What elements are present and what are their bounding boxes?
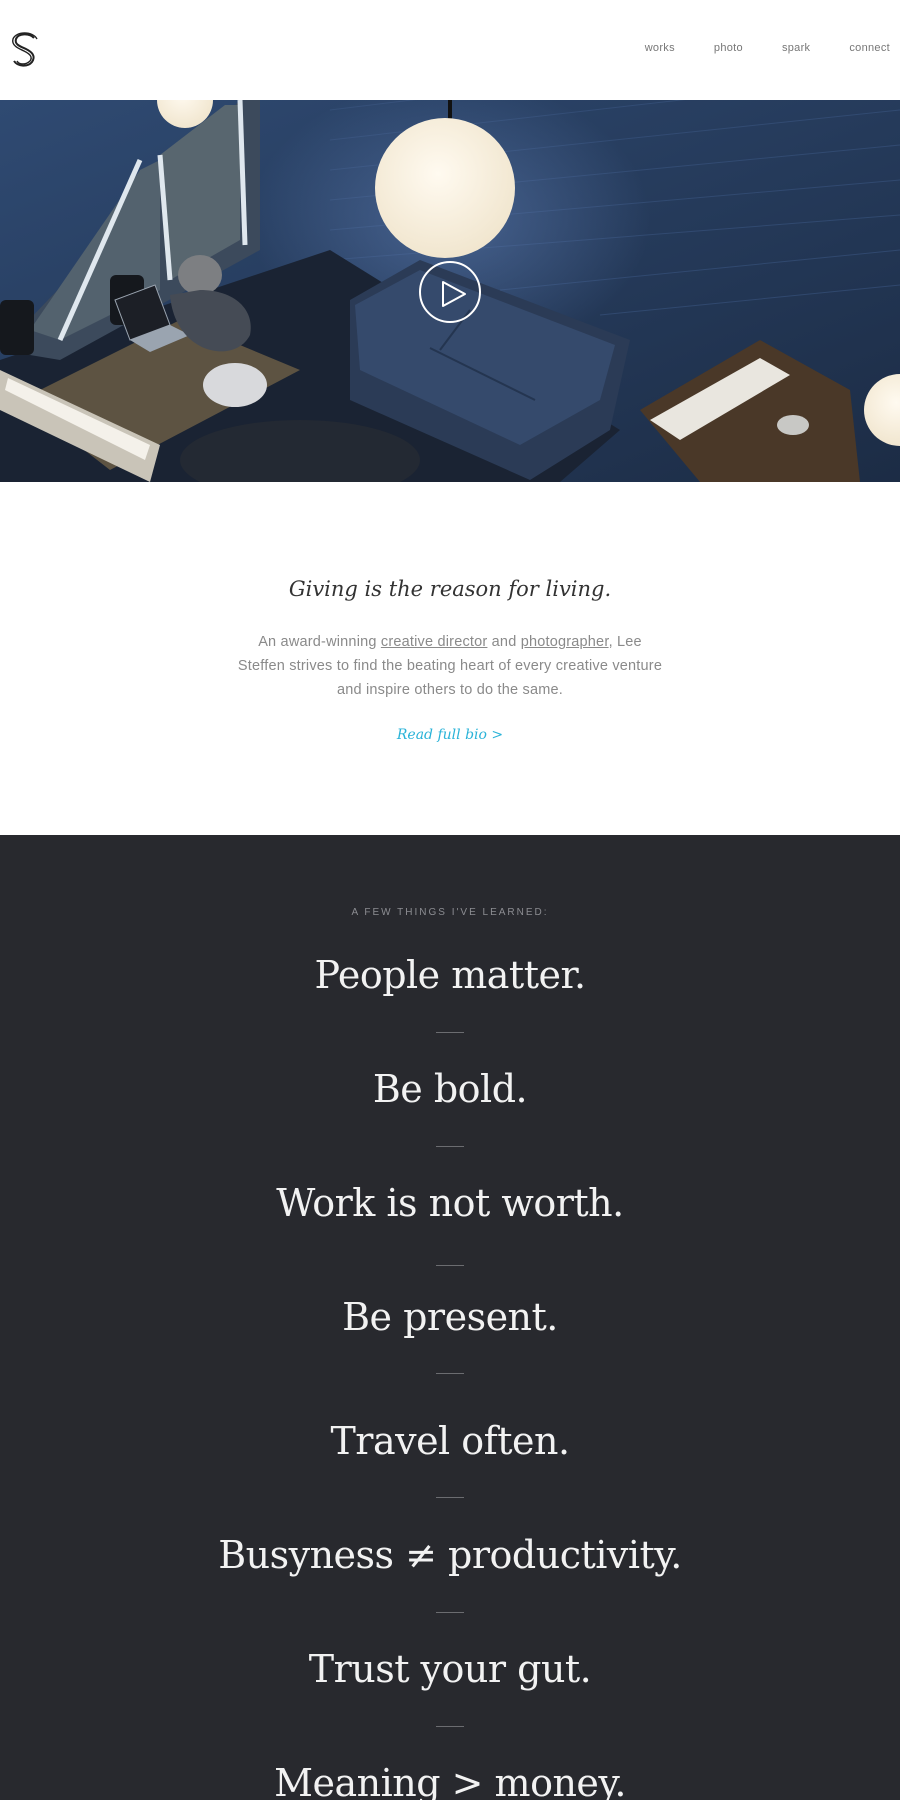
divider <box>436 1612 464 1613</box>
play-icon <box>442 281 466 307</box>
section-kicker: A FEW THINGS I'VE LEARNED: <box>351 907 549 918</box>
logo[interactable] <box>8 30 42 70</box>
divider <box>436 1726 464 1727</box>
creative-director-link[interactable]: creative director <box>381 634 488 650</box>
bio-mid: and <box>487 634 521 650</box>
lesson-item: Work is not worth. <box>276 1181 624 1225</box>
lesson-item: People matter. <box>314 953 586 997</box>
logo-s-icon <box>12 32 38 67</box>
main-nav: works photo spark connect <box>606 42 890 54</box>
site-header: works photo spark connect <box>0 0 900 100</box>
intro-section: Giving is the reason for living. An awar… <box>0 482 900 835</box>
bio-pre: An award-winning <box>258 634 381 650</box>
lesson-item: Trust your gut. <box>308 1647 592 1691</box>
lesson-item: Travel often. <box>330 1419 570 1463</box>
lesson-item: Meaning > money. <box>274 1761 626 1800</box>
bio-text: An award-winning creative director and p… <box>235 630 665 702</box>
nav-connect[interactable]: connect <box>849 42 890 54</box>
divider <box>436 1373 464 1374</box>
read-full-bio-link[interactable]: Read full bio > <box>0 727 900 743</box>
divider <box>436 1146 464 1147</box>
photographer-link[interactable]: photographer <box>521 634 609 650</box>
play-button[interactable] <box>419 261 481 323</box>
learned-section: A FEW THINGS I'VE LEARNED: People matter… <box>0 835 900 1800</box>
divider <box>436 1265 464 1266</box>
nav-photo[interactable]: photo <box>714 42 743 54</box>
divider <box>436 1032 464 1033</box>
nav-works[interactable]: works <box>645 42 675 54</box>
nav-spark[interactable]: spark <box>782 42 810 54</box>
lesson-item: Busyness ≠ productivity. <box>218 1533 682 1577</box>
divider <box>436 1497 464 1498</box>
lesson-item: Be present. <box>342 1295 558 1339</box>
hero-video[interactable] <box>0 100 900 482</box>
tagline: Giving is the reason for living. <box>288 577 612 601</box>
lesson-item: Be bold. <box>372 1067 528 1111</box>
